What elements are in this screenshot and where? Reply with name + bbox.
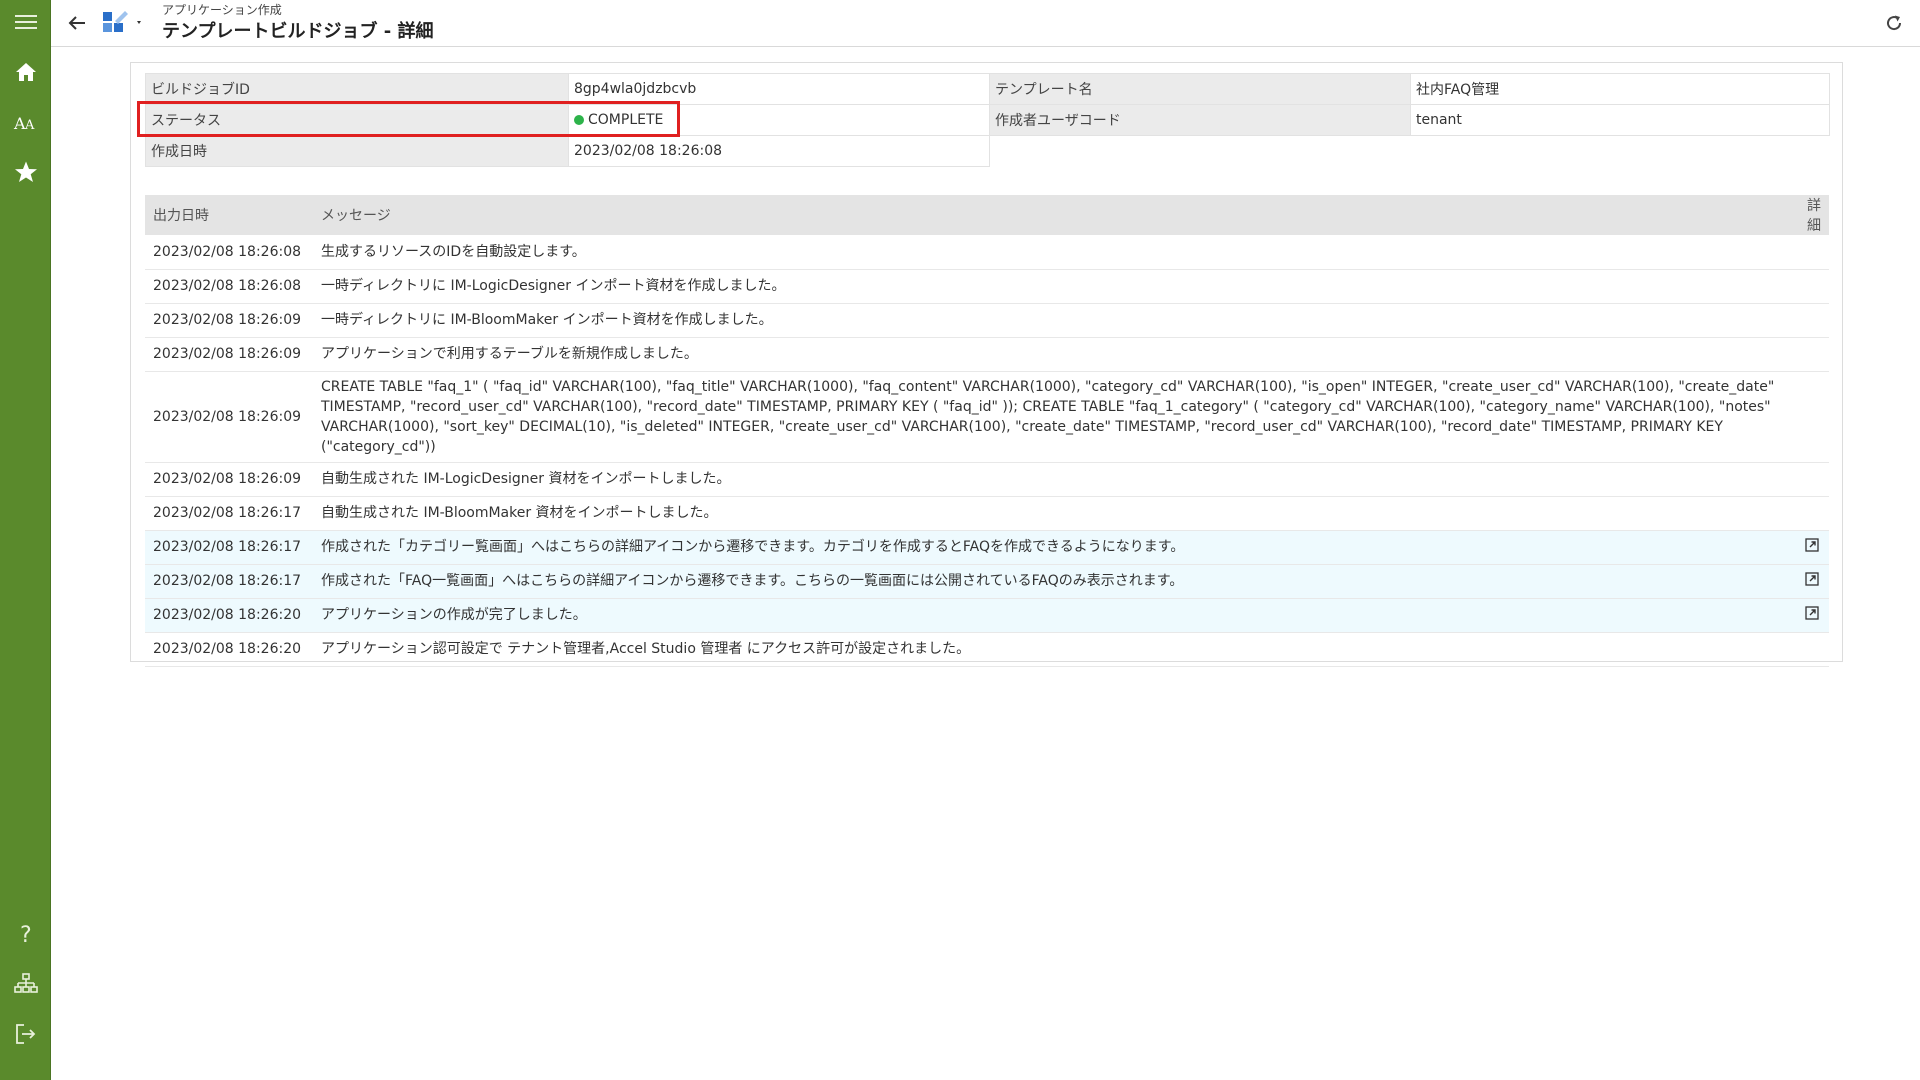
table-row: 2023/02/08 18:26:17 自動生成された IM-BloomMaker… bbox=[145, 496, 1829, 531]
font-size-icon[interactable]: AA bbox=[0, 100, 51, 144]
column-header-detail: 詳細 bbox=[1789, 195, 1829, 235]
sidebar: AA ? bbox=[0, 0, 51, 1080]
reload-icon[interactable] bbox=[1882, 11, 1906, 35]
status-ok-icon bbox=[574, 115, 584, 125]
table-row: 2023/02/08 18:26:09 CREATE TABLE "faq_1" … bbox=[145, 371, 1829, 463]
row-detail bbox=[1789, 371, 1829, 463]
table-row: 2023/02/08 18:26:09 自動生成された IM-LogicDesig… bbox=[145, 462, 1829, 497]
table-row: 2023/02/08 18:26:09 一時ディレクトリに IM-BloomMak… bbox=[145, 303, 1829, 338]
creator-value: tenant bbox=[1410, 104, 1830, 136]
row-detail bbox=[1789, 598, 1829, 633]
column-header-message: メッセージ bbox=[313, 195, 1789, 235]
created-at-value: 2023/02/08 18:26:08 bbox=[568, 135, 990, 167]
build-job-id-value: 8gp4wla0jdzbcvb bbox=[568, 73, 990, 105]
back-arrow-icon[interactable] bbox=[65, 11, 89, 35]
row-time: 2023/02/08 18:26:09 bbox=[145, 337, 313, 372]
help-icon[interactable]: ? bbox=[0, 912, 51, 956]
row-detail bbox=[1789, 496, 1829, 531]
table-row: 2023/02/08 18:26:17 作成された「カテゴリー覧画面」へはこちらの… bbox=[145, 530, 1829, 565]
row-time: 2023/02/08 18:26:17 bbox=[145, 530, 313, 565]
row-message: 作成された「カテゴリー覧画面」へはこちらの詳細アイコンから遷移できます。カテゴリ… bbox=[313, 530, 1789, 565]
page-title: テンプレートビルドジョブ - 詳細 bbox=[162, 21, 434, 42]
status-badge: COMPLETE bbox=[588, 112, 664, 128]
row-time: 2023/02/08 18:26:09 bbox=[145, 462, 313, 497]
hamburger-menu-icon[interactable] bbox=[0, 0, 51, 44]
row-message: 一時ディレクトリに IM-BloomMaker インポート資材を作成しました。 bbox=[313, 303, 1789, 338]
creator-label: 作成者ユーザコード bbox=[989, 104, 1411, 136]
row-time: 2023/02/08 18:26:09 bbox=[145, 303, 313, 338]
template-name-label: テンプレート名 bbox=[989, 73, 1411, 105]
row-detail bbox=[1789, 235, 1829, 270]
created-at-label: 作成日時 bbox=[145, 135, 569, 167]
star-icon[interactable] bbox=[0, 150, 51, 194]
table-row: 2023/02/08 18:26:08 一時ディレクトリに IM-LogicDes… bbox=[145, 269, 1829, 304]
template-name-value: 社内FAQ管理 bbox=[1410, 73, 1830, 105]
row-message: 一時ディレクトリに IM-LogicDesigner インポート資材を作成しまし… bbox=[313, 269, 1789, 304]
row-detail bbox=[1789, 564, 1829, 599]
row-detail bbox=[1789, 337, 1829, 372]
row-detail bbox=[1789, 269, 1829, 304]
row-message: 自動生成された IM-BloomMaker 資材をインポートしました。 bbox=[313, 496, 1789, 531]
status-value: COMPLETE bbox=[568, 104, 990, 136]
table-row: 2023/02/08 18:26:08 生成するリソースのIDを自動設定します。 bbox=[145, 235, 1829, 270]
row-time: 2023/02/08 18:26:08 bbox=[145, 235, 313, 270]
table-row: 2023/02/08 18:26:20 アプリケーション認可設定で テナント管理者… bbox=[145, 632, 1829, 667]
column-header-time: 出力日時 bbox=[145, 195, 313, 235]
row-message: アプリケーションの作成が完了しました。 bbox=[313, 598, 1789, 633]
row-time: 2023/02/08 18:26:09 bbox=[145, 371, 313, 463]
row-time: 2023/02/08 18:26:20 bbox=[145, 598, 313, 633]
table-row: 2023/02/08 18:26:17 作成された「FAQ一覧画面」へはこちらの詳… bbox=[145, 564, 1829, 599]
sitemap-icon[interactable] bbox=[0, 962, 51, 1006]
row-time: 2023/02/08 18:26:17 bbox=[145, 564, 313, 599]
row-time: 2023/02/08 18:26:20 bbox=[145, 632, 313, 667]
application-tools-icon[interactable] bbox=[101, 8, 151, 38]
row-message: 生成するリソースのIDを自動設定します。 bbox=[313, 235, 1789, 270]
table-row: 2023/02/08 18:26:09 アプリケーションで利用するテーブルを新規作… bbox=[145, 337, 1829, 372]
external-link-icon[interactable] bbox=[1803, 604, 1821, 622]
svg-text:A: A bbox=[24, 118, 35, 133]
row-message: アプリケーション認可設定で テナント管理者,Accel Studio 管理者 に… bbox=[313, 632, 1789, 667]
row-message: CREATE TABLE "faq_1" ( "faq_id" VARCHAR(… bbox=[313, 371, 1789, 463]
row-detail bbox=[1789, 303, 1829, 338]
message-log-body: 2023/02/08 18:26:08 生成するリソースのIDを自動設定します。 2… bbox=[145, 235, 1829, 667]
detail-panel: ビルドジョブID 8gp4wla0jdzbcvb テンプレート名 社内FAQ管理… bbox=[130, 62, 1843, 667]
table-row: 2023/02/08 18:26:20 アプリケーションの作成が完了しました。 bbox=[145, 598, 1829, 633]
row-detail bbox=[1789, 632, 1829, 667]
row-detail bbox=[1789, 462, 1829, 497]
external-link-icon[interactable] bbox=[1803, 536, 1821, 554]
row-message: 自動生成された IM-LogicDesigner 資材をインポートしました。 bbox=[313, 462, 1789, 497]
row-time: 2023/02/08 18:26:08 bbox=[145, 269, 313, 304]
svg-text:?: ? bbox=[20, 923, 32, 946]
row-time: 2023/02/08 18:26:17 bbox=[145, 496, 313, 531]
header: アプリケーション作成 テンプレートビルドジョブ - 詳細 bbox=[51, 0, 1920, 47]
build-job-id-label: ビルドジョブID bbox=[145, 73, 569, 105]
job-info-table: ビルドジョブID 8gp4wla0jdzbcvb テンプレート名 社内FAQ管理… bbox=[145, 73, 1830, 167]
row-message: アプリケーションで利用するテーブルを新規作成しました。 bbox=[313, 337, 1789, 372]
external-link-icon[interactable] bbox=[1803, 570, 1821, 588]
status-label: ステータス bbox=[145, 104, 569, 136]
breadcrumb: アプリケーション作成 bbox=[162, 3, 282, 17]
logout-icon[interactable] bbox=[0, 1012, 51, 1056]
row-detail bbox=[1789, 530, 1829, 565]
home-icon[interactable] bbox=[0, 50, 51, 94]
row-message: 作成された「FAQ一覧画面」へはこちらの詳細アイコンから遷移できます。こちらの一… bbox=[313, 564, 1789, 599]
message-log-table: 出力日時 メッセージ 詳細 2023/02/08 18:26:08 生成するリソー… bbox=[145, 195, 1829, 667]
